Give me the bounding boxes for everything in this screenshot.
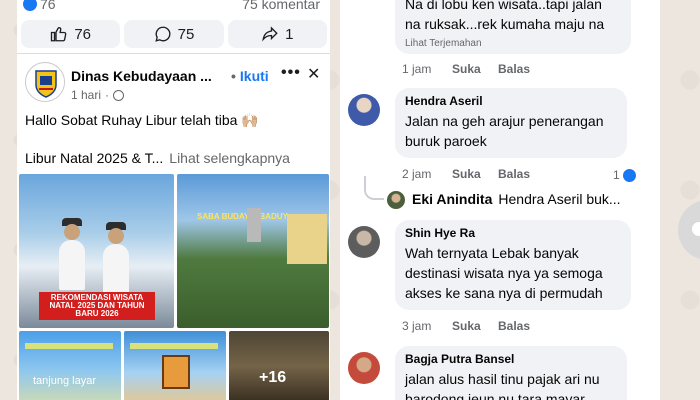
like-summary[interactable]: 76 (23, 0, 56, 12)
comment-reply-button[interactable]: Balas (498, 167, 530, 181)
post-photo-more[interactable]: +16 (229, 331, 329, 400)
comment-bubble: Bagja Putra Bansel jalan alus hasil tinu… (395, 346, 627, 400)
avatar[interactable] (348, 352, 380, 384)
photo-banner: REKOMENDASI WISATA NATAL 2025 DAN TAHUN … (39, 292, 155, 320)
close-icon[interactable]: ✕ (307, 64, 320, 84)
comment-actions: 3 jam Suka Balas (402, 319, 530, 333)
building-shape (287, 214, 327, 264)
post-stats: 76 75 komentar (17, 0, 330, 14)
comment-text: Wah ternyata Lebak banyak destinasi wisa… (405, 245, 603, 301)
post-header: Dinas Kebudayaan ... • Ikuti ••• ✕ 1 hari… (23, 60, 325, 106)
like-total: 76 (40, 0, 56, 12)
post-text-truncated: Libur Natal 2025 & T... (25, 150, 164, 166)
comment-reply-button[interactable]: Balas (498, 62, 530, 76)
lifeguard-tower-shape (162, 355, 190, 389)
reply-author: Eki Anindita (412, 191, 493, 207)
post-action-row: 76 75 1 (21, 20, 327, 50)
like-count: 76 (74, 25, 91, 43)
follow-label: Ikuti (239, 68, 269, 84)
like-reaction-icon (622, 168, 636, 182)
comment-actions: 1 jam Suka Balas (402, 62, 530, 76)
photo-title: SABA BUDAY & BADUY (197, 212, 288, 221)
post-time[interactable]: 1 hari (71, 88, 101, 102)
comment-bubble: Na di lobu ken wisata..tapi jalan na ruk… (395, 0, 631, 54)
translate-link[interactable]: Lihat Terjemahan (405, 38, 621, 49)
share-arrow-icon (262, 26, 278, 42)
like-button[interactable]: 76 (21, 20, 121, 48)
comment-author[interactable]: Bagja Putra Bansel (405, 352, 617, 366)
comment-author[interactable]: Shin Hye Ra (405, 226, 621, 240)
follow-link[interactable]: • Ikuti (231, 68, 269, 84)
government-emblem-icon (27, 64, 64, 101)
reply-preview[interactable]: Eki Anindita Hendra Aseril buk... (412, 191, 621, 207)
comment-reply-button[interactable]: Balas (498, 319, 530, 333)
comment-bubble: Hendra Aseril Jalan na geh arajur penera… (395, 88, 627, 158)
monument-shape (247, 208, 261, 242)
comment-like-button[interactable]: Suka (452, 167, 498, 181)
photo-overlay (229, 331, 329, 400)
comment-count: 75 (177, 25, 195, 43)
globe-icon (113, 89, 125, 101)
share-button[interactable]: 1 (227, 20, 327, 48)
thumbs-up-icon (51, 27, 67, 42)
official-figure (103, 222, 129, 294)
comment-reactions[interactable]: 1 (613, 168, 636, 182)
official-figure (59, 218, 85, 290)
photo-header-strip (25, 343, 113, 349)
comment-author[interactable]: Hendra Aseril (405, 94, 617, 108)
divider (17, 53, 330, 54)
reply-text: Hendra Aseril buk... (498, 191, 621, 207)
avatar[interactable] (348, 94, 380, 126)
comment-bubble-icon (154, 26, 171, 42)
reaction-count: 1 (613, 168, 620, 182)
page-name[interactable]: Dinas Kebudayaan ... (71, 68, 212, 84)
avatar[interactable] (348, 226, 380, 258)
comment-text: jalan alus hasil tinu pajak ari nu barod… (405, 371, 600, 400)
comment-button[interactable]: 75 (124, 20, 224, 48)
photo-header-strip (130, 343, 218, 349)
comment-text: Jalan na geh arajur penerangan buruk par… (405, 113, 604, 149)
more-options-icon[interactable]: ••• (281, 64, 301, 82)
avatar[interactable] (387, 191, 405, 209)
post-photo[interactable]: tanjung layar (19, 331, 121, 400)
comment-text: Na di lobu ken wisata..tapi jalan na ruk… (405, 0, 605, 32)
comment-time[interactable]: 3 jam (402, 319, 452, 333)
post-text-line: Hallo Sobat Ruhay Libur telah tiba 🙌🏼 (25, 112, 259, 128)
comment-like-button[interactable]: Suka (452, 319, 498, 333)
comment-like-button[interactable]: Suka (452, 62, 498, 76)
comment-bubble: Shin Hye Ra Wah ternyata Lebak banyak de… (395, 220, 631, 310)
comments-panel: Na di lobu ken wisata..tapi jalan na ruk… (340, 0, 660, 400)
comment-time[interactable]: 2 jam (402, 167, 452, 181)
separator-dot: • (231, 68, 236, 84)
post-photo[interactable] (124, 331, 226, 400)
page-avatar[interactable] (25, 62, 65, 102)
post-photo[interactable]: REKOMENDASI WISATA NATAL 2025 DAN TAHUN … (19, 174, 174, 328)
post-meta: 1 hari · (71, 88, 125, 102)
photo-caption: tanjung layar (33, 375, 96, 387)
reply-thread-line (364, 176, 384, 200)
separator-dot: · (105, 88, 110, 102)
post-photo[interactable]: SABA BUDAY & BADUY (177, 174, 329, 328)
comment-actions: 2 jam Suka Balas (402, 167, 530, 181)
see-more-link[interactable]: Lihat selengkapnya (169, 150, 290, 166)
facebook-post: 76 75 komentar 76 75 1 Dinas Kebudayaan (17, 0, 330, 400)
more-photos-count: +16 (259, 369, 287, 386)
like-reaction-icon (23, 0, 37, 11)
comment-total[interactable]: 75 komentar (242, 0, 320, 12)
comment-time[interactable]: 1 jam (402, 62, 452, 76)
post-text-line: Libur Natal 2025 & T... Lihat selengkapny… (25, 150, 290, 166)
share-count: 1 (285, 25, 294, 43)
